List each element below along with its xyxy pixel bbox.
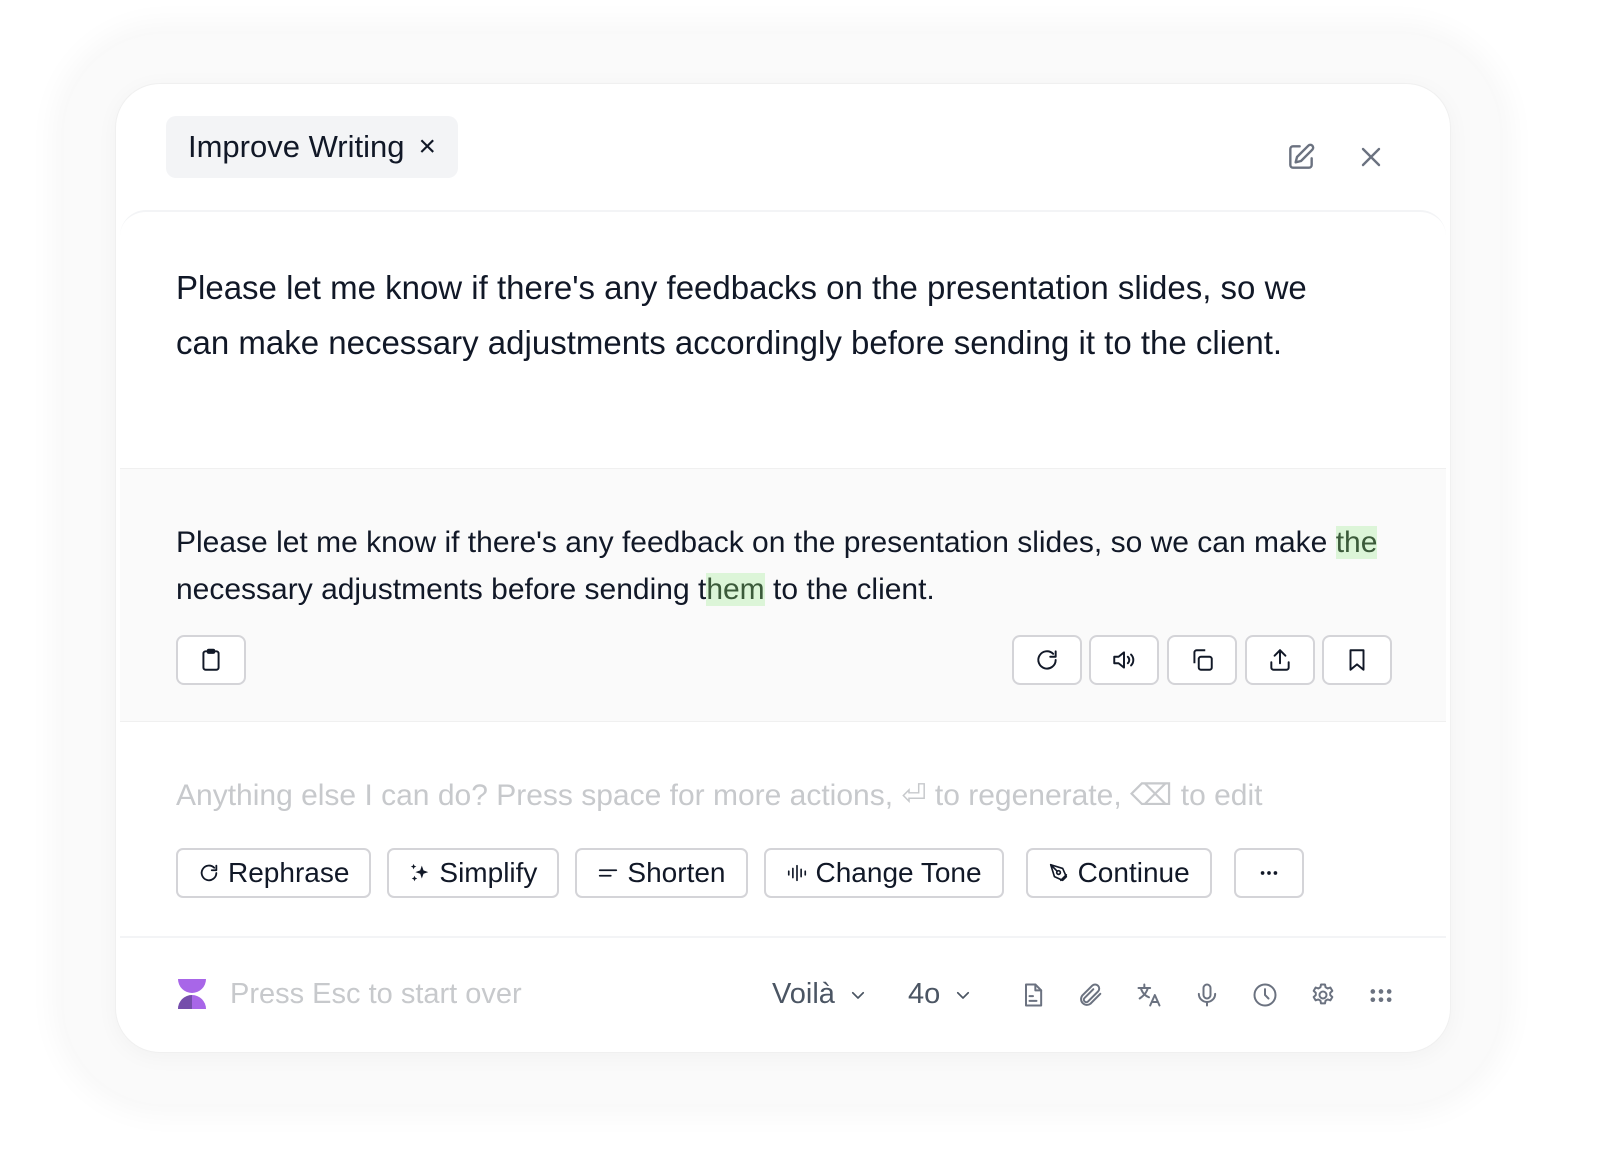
enter-key-icon: ⏎ bbox=[901, 779, 927, 812]
copy-button[interactable] bbox=[1167, 635, 1237, 685]
regenerate-button[interactable] bbox=[1012, 635, 1082, 685]
footer-bar: Press Esc to start over Voilà 4o bbox=[120, 936, 1446, 1052]
waveform-icon bbox=[787, 864, 806, 882]
followup-input[interactable]: Anything else I can do? Press space for … bbox=[176, 778, 1262, 813]
bookmark-button[interactable] bbox=[1322, 635, 1392, 685]
source-text[interactable]: Please let me know if there's any feedba… bbox=[176, 260, 1356, 370]
apps-button[interactable] bbox=[1364, 978, 1398, 1012]
result-text: Please let me know if there's any feedba… bbox=[176, 519, 1416, 613]
share-icon bbox=[1270, 649, 1290, 671]
translate-icon bbox=[1137, 983, 1161, 1007]
chevron-down-icon bbox=[851, 991, 864, 999]
result-area: Please let me know if there's any feedba… bbox=[120, 468, 1446, 722]
settings-icon bbox=[1312, 983, 1334, 1005]
chevron-down-icon bbox=[957, 991, 970, 999]
history-icon bbox=[1253, 983, 1277, 1007]
copy-icon bbox=[1193, 649, 1213, 671]
bookmark-icon bbox=[1349, 649, 1365, 671]
backspace-key-icon: ⌫ bbox=[1130, 779, 1173, 812]
followup-placeholder: Anything else I can do? Press space for … bbox=[176, 779, 902, 812]
clipboard-icon bbox=[202, 648, 220, 671]
simplify-label: Simplify bbox=[439, 857, 538, 888]
result-segment: Please let me know if there's any feedba… bbox=[176, 526, 1336, 559]
more-actions-button[interactable] bbox=[1233, 848, 1304, 898]
result-insertion: the bbox=[1335, 526, 1378, 559]
share-button[interactable] bbox=[1245, 635, 1315, 685]
settings-button[interactable] bbox=[1306, 978, 1340, 1012]
followup-placeholder: to edit bbox=[1172, 779, 1263, 812]
sparkles-icon bbox=[411, 863, 429, 882]
translate-button[interactable] bbox=[1132, 978, 1166, 1012]
close-button[interactable] bbox=[1354, 140, 1388, 174]
document-icon bbox=[1025, 983, 1043, 1007]
persona-select-value: Voilà bbox=[772, 978, 835, 1010]
microphone-button[interactable] bbox=[1190, 978, 1224, 1012]
history-button[interactable] bbox=[1248, 978, 1282, 1012]
shorten-button[interactable]: Shorten bbox=[575, 848, 748, 898]
continue-button[interactable]: Continue bbox=[1025, 848, 1212, 898]
rephrase-button[interactable]: Rephrase bbox=[176, 848, 372, 898]
speaker-icon bbox=[1113, 651, 1135, 669]
continue-label: Continue bbox=[1077, 857, 1190, 888]
edit-icon bbox=[1289, 143, 1315, 169]
attach-button[interactable] bbox=[1074, 978, 1108, 1012]
attachment-icon bbox=[1080, 983, 1102, 1006]
model-select-value: 4o bbox=[908, 978, 941, 1010]
document-button[interactable] bbox=[1016, 978, 1050, 1012]
action-chip-label: Improve Writing bbox=[188, 129, 405, 164]
more-icon bbox=[1260, 871, 1277, 875]
pen-nib-icon bbox=[1049, 863, 1067, 882]
followup-placeholder: to regenerate, bbox=[926, 779, 1130, 812]
chip-remove-button[interactable]: × bbox=[419, 132, 437, 162]
regenerate-icon bbox=[1037, 650, 1057, 670]
close-icon bbox=[1361, 147, 1381, 167]
lines-icon bbox=[599, 869, 618, 877]
app-logo bbox=[178, 979, 206, 1009]
edit-button[interactable] bbox=[1284, 140, 1318, 174]
status-text: Press Esc to start over bbox=[230, 978, 522, 1010]
source-text-area[interactable]: Please let me know if there's any feedba… bbox=[120, 210, 1446, 468]
paste-button[interactable] bbox=[176, 635, 246, 685]
persona-select[interactable]: Voilà bbox=[772, 978, 867, 1011]
quick-actions: Rephrase Simplify Shorten Change Tone Co… bbox=[176, 848, 1304, 898]
shorten-label: Shorten bbox=[627, 857, 726, 888]
result-segment: necessary adjustments before sending t bbox=[176, 573, 707, 606]
rephrase-icon bbox=[200, 864, 218, 882]
grid-dots-icon bbox=[1370, 989, 1392, 1002]
improve-writing-panel: Improve Writing × Please let me know if … bbox=[116, 84, 1450, 1052]
action-chip: Improve Writing × bbox=[166, 116, 459, 178]
read-aloud-button[interactable] bbox=[1089, 635, 1159, 685]
change-tone-button[interactable]: Change Tone bbox=[763, 848, 1004, 898]
header-actions bbox=[1284, 140, 1388, 174]
rephrase-label: Rephrase bbox=[228, 857, 350, 888]
result-segment: to the client. bbox=[764, 573, 935, 606]
result-insertion: hem bbox=[706, 573, 765, 606]
simplify-button[interactable]: Simplify bbox=[387, 848, 560, 898]
footer-tools bbox=[1016, 978, 1398, 1012]
model-select[interactable]: 4o bbox=[908, 978, 972, 1011]
microphone-icon bbox=[1197, 983, 1217, 1007]
change-tone-label: Change Tone bbox=[815, 857, 982, 888]
